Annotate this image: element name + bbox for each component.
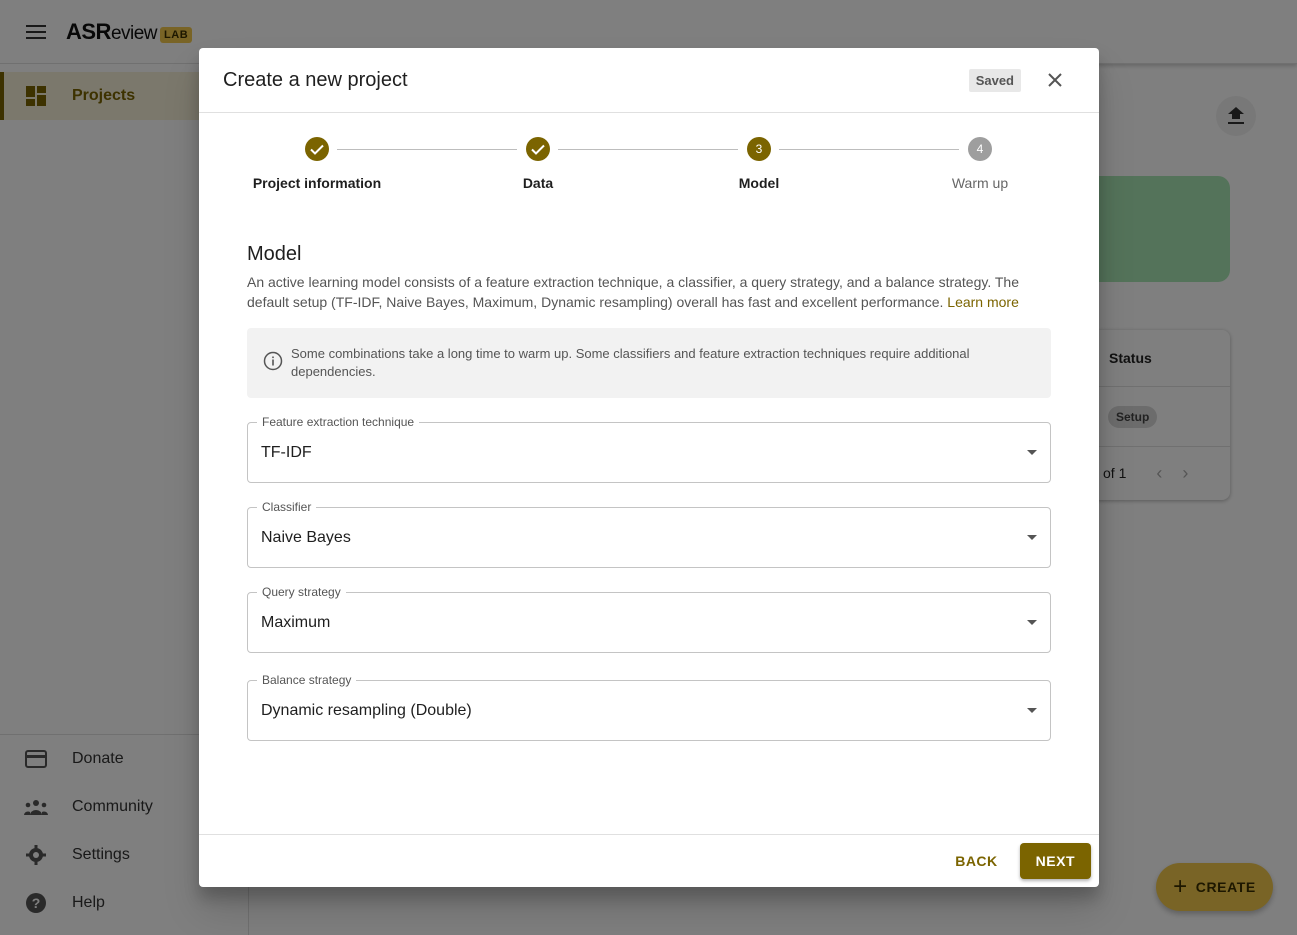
info-icon: [263, 351, 283, 371]
close-icon: [1048, 73, 1062, 87]
step-number: 3: [747, 137, 771, 161]
dropdown-arrow-icon: [1027, 450, 1037, 455]
step-data[interactable]: Data: [448, 137, 628, 191]
saved-badge: Saved: [968, 68, 1021, 92]
back-button[interactable]: BACK: [947, 845, 1005, 877]
dialog-footer: BACK NEXT: [199, 834, 1099, 887]
alert-text: Some combinations take a long time to wa…: [291, 346, 970, 379]
dropdown-arrow-icon: [1027, 535, 1037, 540]
close-button[interactable]: [1035, 60, 1075, 100]
field-value: Maximum: [261, 613, 331, 631]
field-value: Naive Bayes: [261, 528, 351, 546]
project-stepper: Project information Data 3 Model 4 Warm …: [199, 113, 1099, 223]
field-value: Dynamic resampling (Double): [261, 701, 472, 719]
balance-strategy-select[interactable]: Balance strategy Dynamic resampling (Dou…: [247, 673, 1051, 741]
step-project-information[interactable]: Project information: [227, 137, 407, 191]
feature-extraction-select[interactable]: Feature extraction technique TF-IDF: [247, 415, 1051, 483]
section-title: Model: [247, 243, 302, 265]
step-model[interactable]: 3 Model: [669, 137, 849, 191]
step-label: Model: [738, 175, 780, 191]
field-value: TF-IDF: [261, 443, 312, 461]
step-label: Data: [522, 175, 554, 191]
model-description: An active learning model consists of a f…: [247, 272, 1051, 312]
learn-more-link[interactable]: Learn more: [947, 294, 1019, 310]
info-alert: Some combinations take a long time to wa…: [247, 328, 1051, 398]
next-button[interactable]: NEXT: [1019, 843, 1091, 879]
check-icon: [305, 137, 329, 161]
step-warm-up[interactable]: 4 Warm up: [890, 137, 1070, 191]
create-project-dialog: Create a new project Saved Project infor…: [199, 48, 1099, 887]
step-label: Project information: [252, 175, 382, 191]
dialog-content: Model An active learning model consists …: [199, 223, 1099, 741]
field-label: Feature extraction technique: [257, 415, 420, 429]
check-icon: [526, 137, 550, 161]
step-label: Warm up: [951, 175, 1009, 191]
field-label: Balance strategy: [257, 673, 357, 687]
query-strategy-select[interactable]: Query strategy Maximum: [247, 585, 1051, 653]
field-label: Query strategy: [257, 585, 346, 599]
description-text: An active learning model consists of a f…: [247, 274, 1019, 310]
dialog-header: Create a new project Saved: [199, 48, 1099, 113]
classifier-select[interactable]: Classifier Naive Bayes: [247, 500, 1051, 568]
dropdown-arrow-icon: [1027, 620, 1037, 625]
dropdown-arrow-icon: [1027, 708, 1037, 713]
field-label: Classifier: [257, 500, 317, 514]
dialog-title: Create a new project: [223, 68, 408, 91]
step-number: 4: [968, 137, 992, 161]
